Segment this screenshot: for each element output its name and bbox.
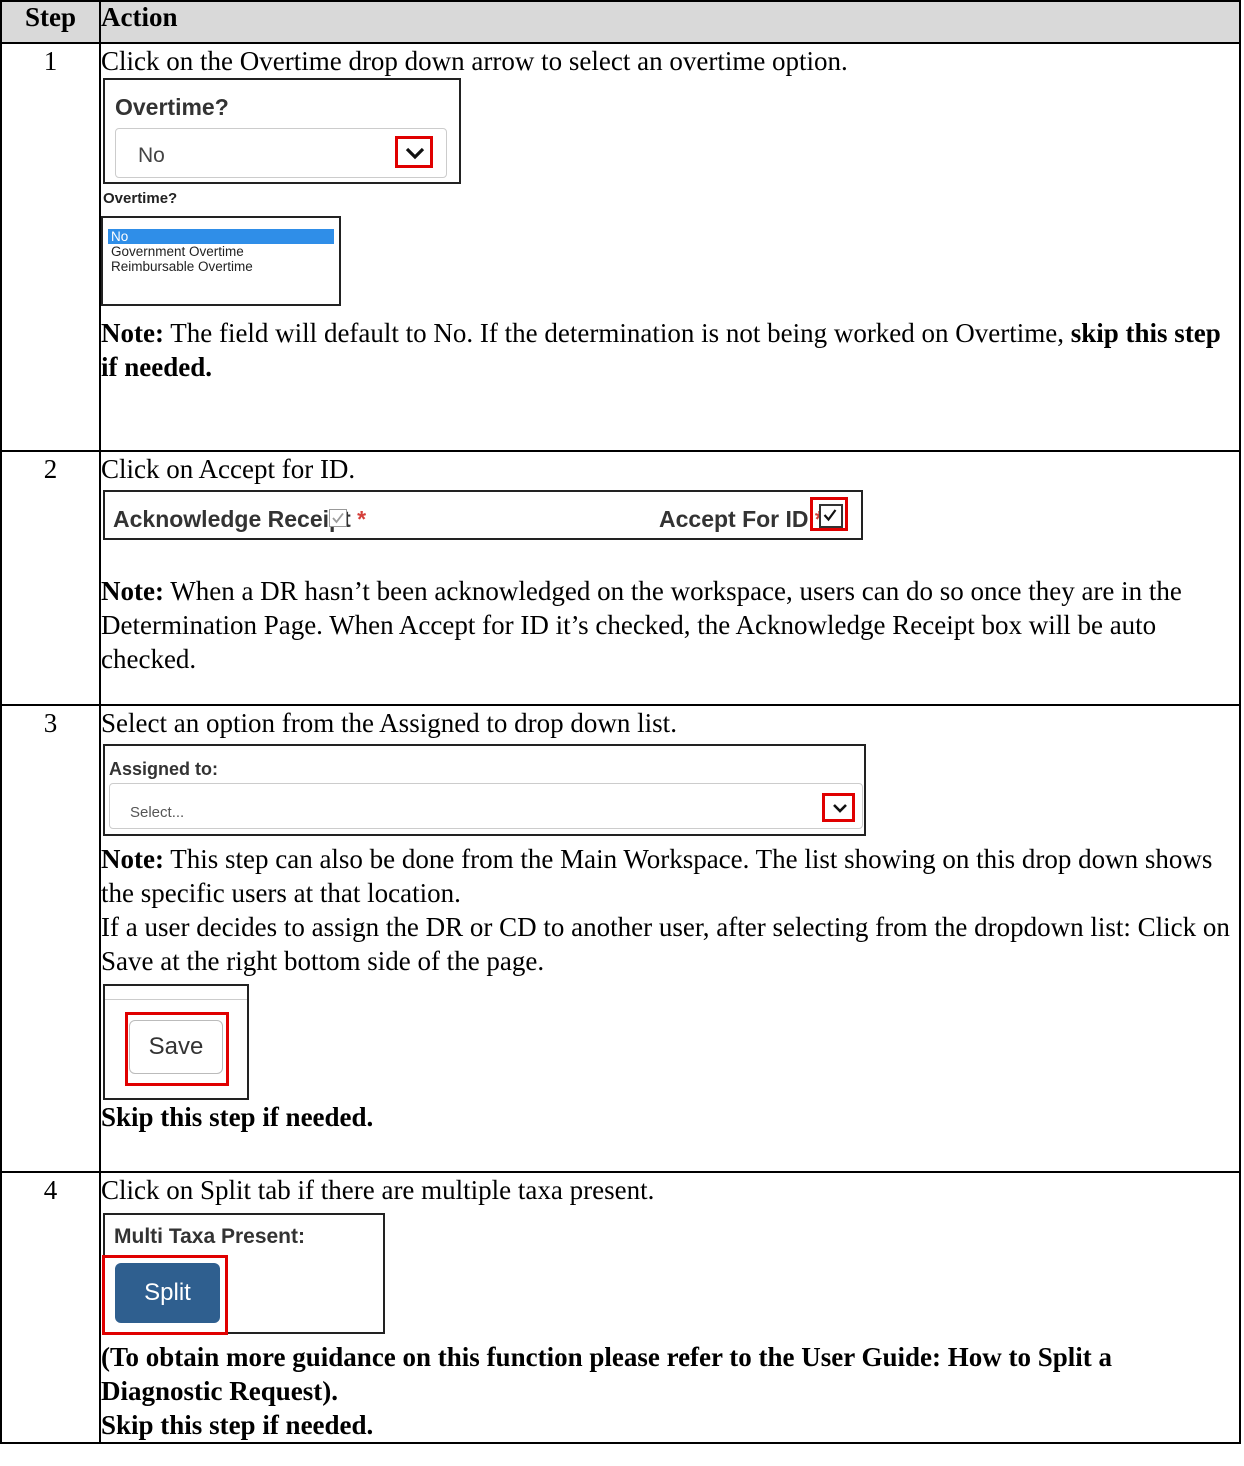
step-note: Note: This step can also be done from th… (101, 842, 1239, 910)
note-label: Note: (101, 318, 164, 348)
skip-note: Skip this step if needed. (101, 1102, 374, 1132)
acknowledge-accept-screenshot: Acknowledge Receipt * Accept For ID * (103, 490, 863, 540)
acknowledge-receipt-checkbox[interactable] (329, 509, 347, 527)
header-row: Step Action (0, 0, 1241, 44)
overtime-label: Overtime? (115, 94, 229, 120)
note-label: Note: (101, 576, 164, 606)
step-action: Click on Accept for ID. Acknowledge Rece… (99, 450, 1241, 706)
step-row-3: 3 Select an option from the Assigned to … (0, 704, 1241, 1173)
step-instruction: Click on the Overtime drop down arrow to… (101, 46, 848, 76)
step-note: Note: When a DR hasn’t been acknowledged… (101, 574, 1239, 676)
step-column-header: Step (0, 0, 101, 44)
overtime-option[interactable]: No (108, 229, 334, 244)
step-row-1: 1 Click on the Overtime drop down arrow … (0, 42, 1241, 452)
step-number: 2 (0, 450, 101, 706)
chevron-down-icon[interactable] (404, 145, 426, 161)
accept-for-id-label: Accept For ID * (659, 502, 824, 536)
guidance-note: (To obtain more guidance on this functio… (101, 1342, 1113, 1406)
overtime-option[interactable]: Government Overtime (108, 244, 334, 259)
step-number: 4 (0, 1171, 101, 1444)
assigned-to-screenshot: Assigned to: Select... (103, 744, 866, 836)
highlight-box (822, 793, 855, 822)
overtime-select[interactable]: No (115, 128, 447, 178)
overtime-options-list: No Government Overtime Reimbursable Over… (101, 216, 341, 306)
action-column-header: Action (99, 0, 1241, 44)
step-note: Note: The field will default to No. If t… (101, 316, 1239, 384)
step-extra-text: If a user decides to assign the DR or CD… (101, 912, 1230, 976)
accept-for-id-checkbox[interactable] (819, 504, 843, 528)
assigned-to-select[interactable]: Select... (109, 783, 863, 829)
save-screenshot: Save (103, 984, 249, 1100)
overtime-dropdown-screenshot: Overtime? No (103, 78, 461, 184)
assigned-to-label: Assigned to: (109, 759, 219, 779)
required-mark: * (357, 506, 367, 532)
multi-taxa-screenshot: Multi Taxa Present: Split (102, 1213, 385, 1335)
chevron-down-icon[interactable] (832, 802, 848, 814)
step-number: 3 (0, 704, 101, 1173)
step-action: Click on Split tab if there are multiple… (99, 1171, 1241, 1444)
assigned-to-placeholder: Select... (130, 804, 185, 821)
multi-taxa-label: Multi Taxa Present: (114, 1225, 305, 1248)
step-action: Click on the Overtime drop down arrow to… (99, 42, 1241, 452)
overtime-list-label: Overtime? (103, 190, 178, 207)
overtime-option[interactable]: Reimbursable Overtime (108, 259, 334, 274)
checkmark-icon (823, 509, 837, 522)
overtime-options: No Government Overtime Reimbursable Over… (108, 229, 334, 274)
steps-table: Step Action 1 Click on the Overtime drop… (0, 0, 1241, 1444)
step-instruction: Click on Split tab if there are multiple… (101, 1175, 655, 1205)
note-text: When a DR hasn’t been acknowledged on th… (101, 576, 1182, 674)
divider (105, 999, 247, 1000)
step-instruction: Click on Accept for ID. (101, 454, 356, 484)
highlight-box (395, 136, 433, 168)
note-text: The field will default to No. If the det… (163, 318, 1071, 348)
step-instruction: Select an option from the Assigned to dr… (101, 708, 677, 738)
step-row-2: 2 Click on Accept for ID. Acknowledge Re… (0, 450, 1241, 706)
highlight-box (102, 1255, 228, 1335)
highlight-box (125, 1012, 229, 1086)
step-action: Select an option from the Assigned to dr… (99, 704, 1241, 1173)
overtime-selected-value: No (138, 144, 165, 167)
note-text: This step can also be done from the Main… (101, 844, 1213, 908)
note-label: Note: (101, 844, 164, 874)
step-number: 1 (0, 42, 101, 452)
checkmark-icon (332, 512, 344, 524)
step-row-4: 4 Click on Split tab if there are multip… (0, 1171, 1241, 1444)
skip-note: Skip this step if needed. (101, 1410, 374, 1440)
